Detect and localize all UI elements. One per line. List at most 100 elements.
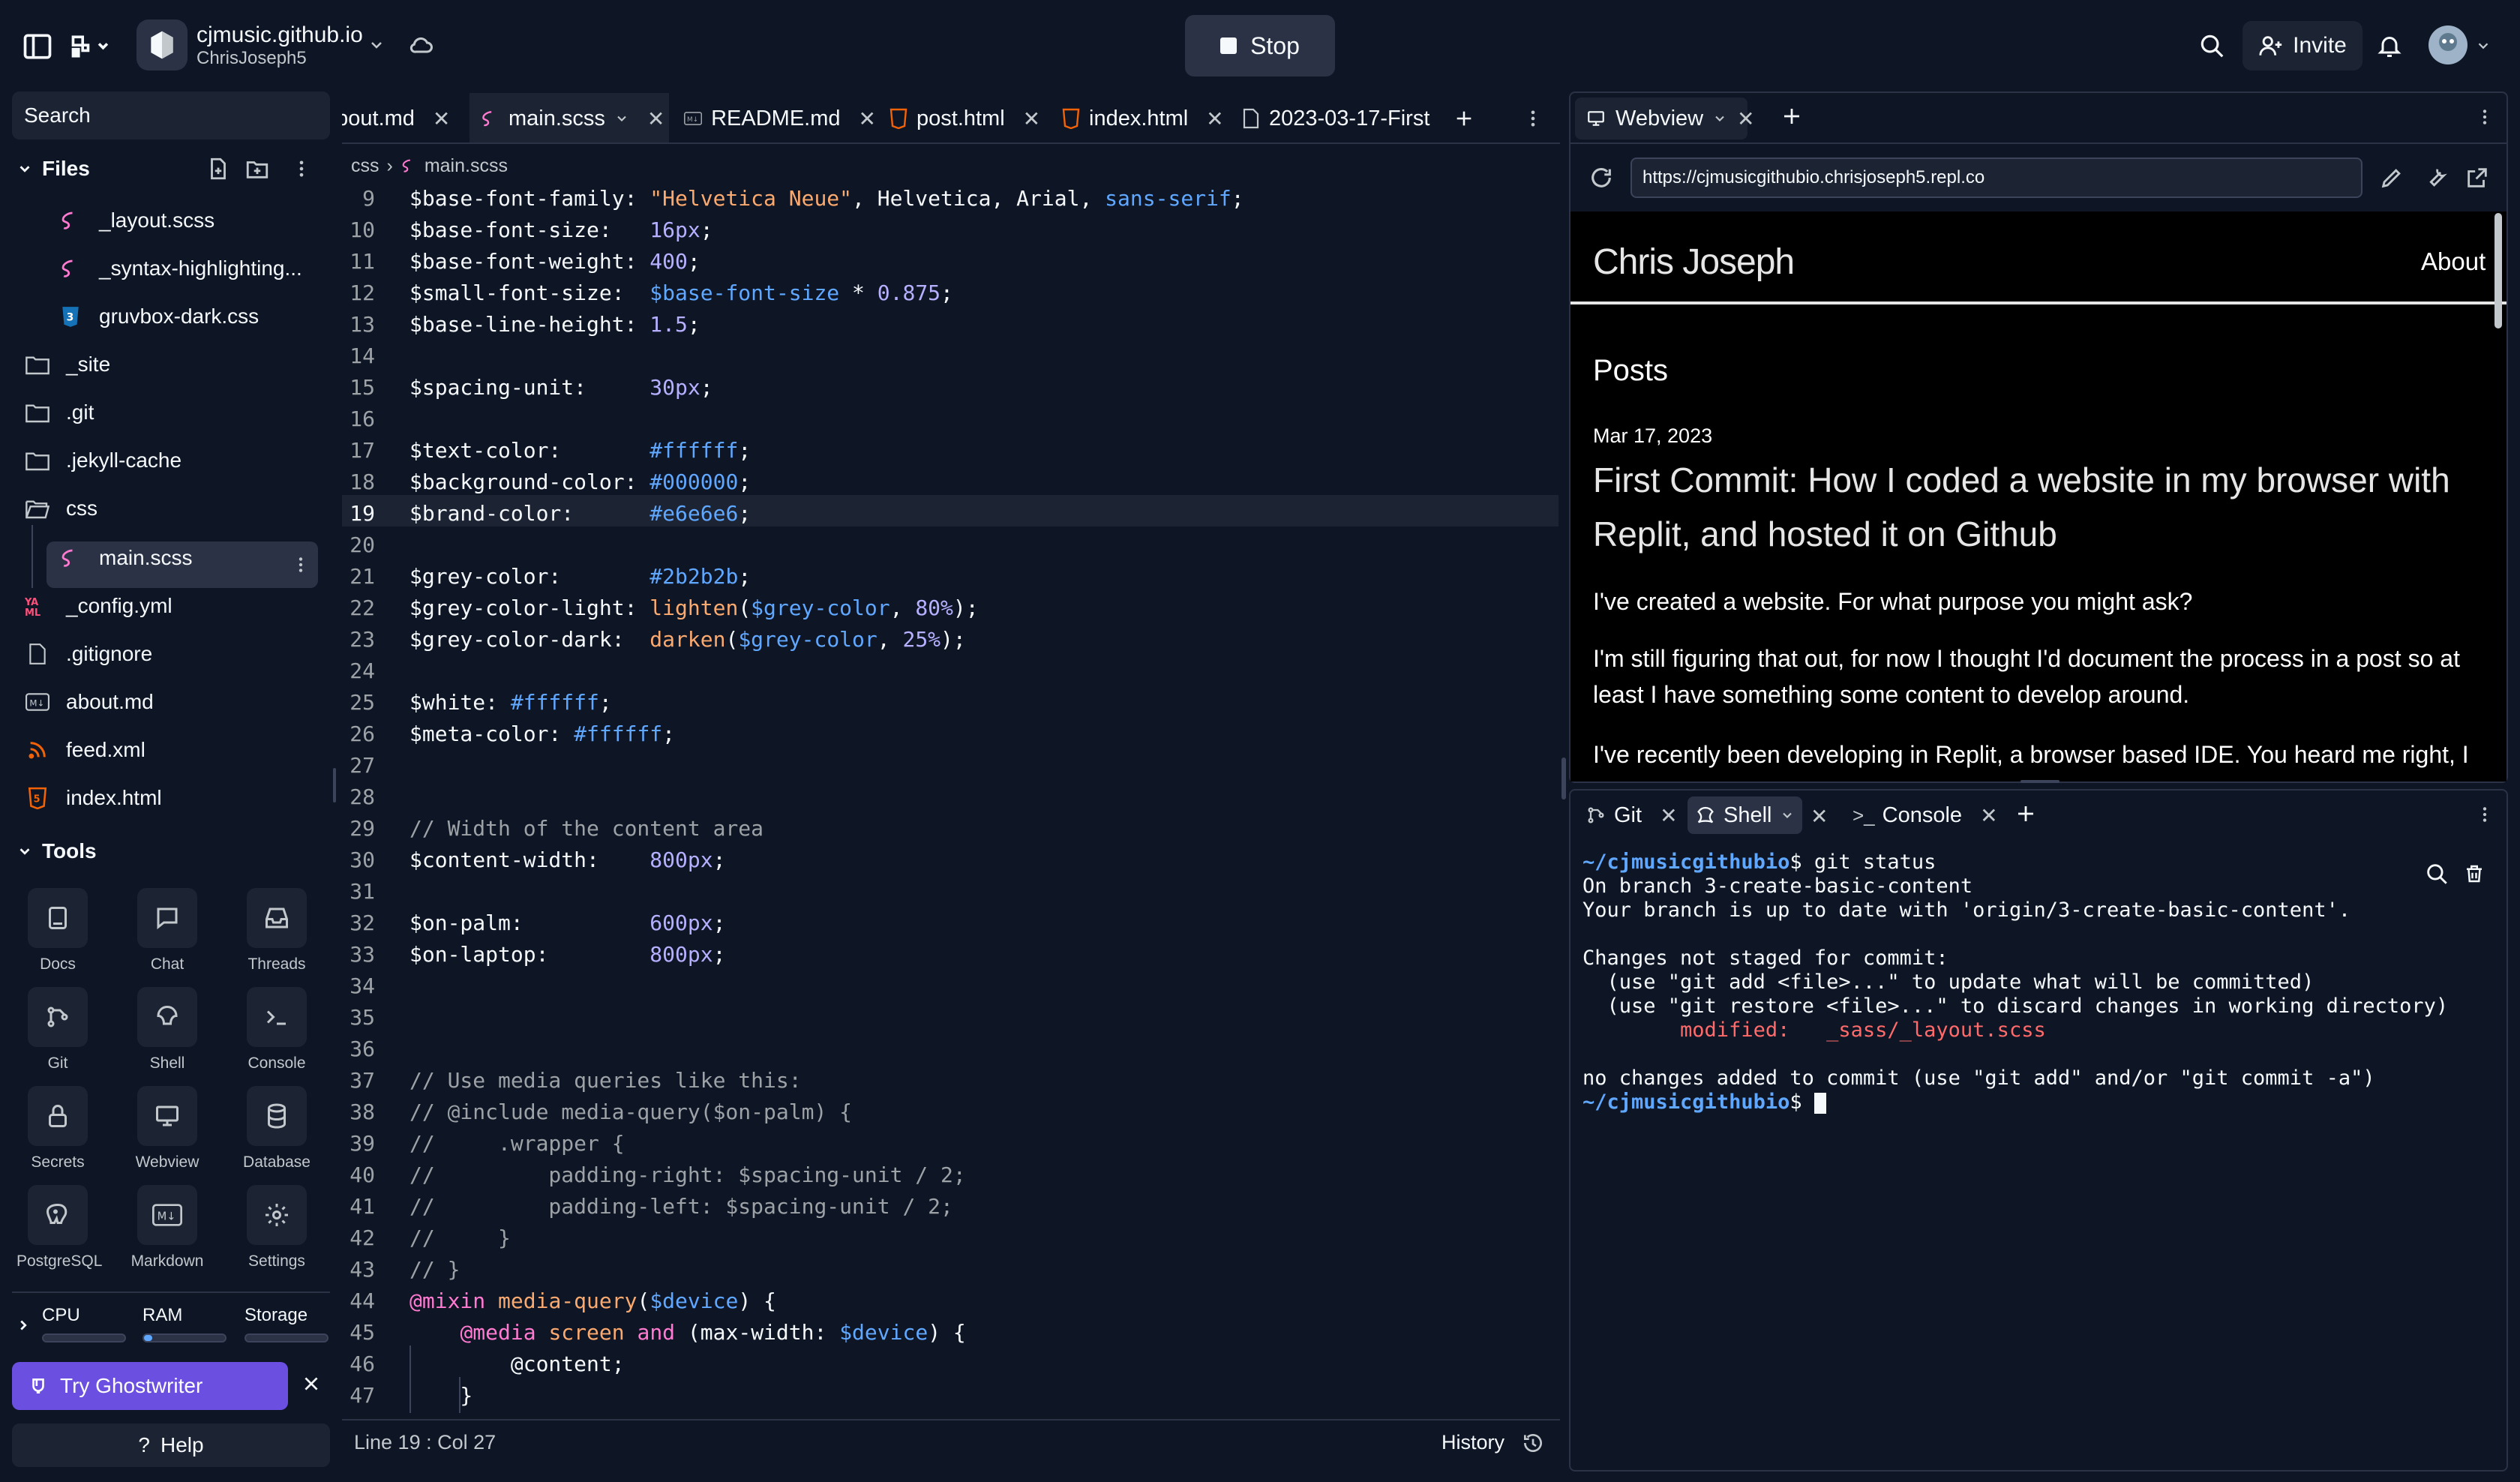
bell-icon[interactable] — [2376, 32, 2403, 60]
chevron-down-icon[interactable] — [368, 36, 386, 54]
tool-docs[interactable]: Docs — [16, 888, 99, 974]
site-title[interactable]: Chris Joseph — [1593, 242, 1795, 283]
tree-item[interactable]: .gitignore — [22, 633, 152, 675]
chevron-right-icon[interactable] — [15, 1317, 32, 1334]
pane-resize-handle[interactable] — [2020, 780, 2060, 783]
tree-item[interactable]: css — [22, 488, 98, 530]
more-options-icon[interactable] — [2475, 802, 2494, 826]
layout-menu-icon[interactable] — [69, 30, 109, 63]
chevron-down-icon[interactable] — [1712, 111, 1727, 126]
tab-index-html[interactable]: index.html ✕ — [1062, 93, 1232, 142]
close-icon[interactable] — [302, 1374, 321, 1394]
more-options-icon[interactable] — [291, 156, 312, 182]
open-new-tab-icon[interactable] — [2464, 165, 2490, 190]
history-icon[interactable] — [1521, 1431, 1545, 1455]
tab-post-html[interactable]: post.html ✕ — [890, 93, 1056, 142]
chevron-down-icon[interactable] — [2475, 38, 2492, 54]
avatar[interactable] — [2428, 26, 2468, 64]
tool-console[interactable]: Console — [236, 987, 318, 1072]
tree-item[interactable]: feed.xml — [22, 729, 146, 771]
ram-meter[interactable] — [142, 1334, 226, 1342]
wrench-icon[interactable] — [2422, 165, 2448, 190]
more-options-icon[interactable] — [291, 554, 310, 576]
tools-header[interactable]: Tools — [42, 839, 97, 863]
tab-shell[interactable]: Shell — [1688, 796, 1802, 834]
add-tab-icon[interactable] — [2014, 802, 2037, 825]
tool-postgresql[interactable]: PostgreSQL — [16, 1185, 102, 1270]
search-icon[interactable] — [2198, 32, 2226, 60]
try-ghostwriter-button[interactable]: Try Ghostwriter — [12, 1362, 288, 1410]
repl-name[interactable]: cjmusic.github.io — [196, 22, 363, 48]
sidebar-resize-handle[interactable] — [333, 768, 336, 802]
search-icon[interactable] — [2424, 861, 2450, 886]
tab-main-scss[interactable]: main.scss ✕ — [470, 93, 669, 142]
tree-item[interactable]: main.scss — [56, 537, 192, 579]
tab-git[interactable]: Git ✕ — [1578, 796, 1685, 834]
breadcrumb-folder[interactable]: css — [351, 155, 380, 177]
storage-meter[interactable] — [244, 1334, 328, 1342]
chevron-down-icon[interactable] — [1780, 808, 1795, 823]
edit-icon[interactable] — [2379, 165, 2404, 190]
close-icon[interactable]: ✕ — [1206, 106, 1223, 131]
close-icon[interactable]: ✕ — [859, 106, 876, 131]
tool-webview[interactable]: Webview — [126, 1086, 208, 1172]
tree-item[interactable]: .jekyll-cache — [22, 440, 182, 482]
tree-item[interactable]: YA ML _config.yml — [22, 585, 172, 627]
invite-button[interactable]: Invite — [2242, 21, 2362, 70]
new-folder-icon[interactable] — [244, 156, 270, 182]
tool-chat[interactable]: Chat — [126, 888, 208, 974]
more-options-icon[interactable] — [1522, 93, 1545, 142]
refresh-icon[interactable] — [1588, 165, 1614, 190]
chevron-down-icon[interactable] — [16, 843, 33, 860]
tree-item[interactable]: _layout.scss — [56, 200, 214, 242]
cpu-meter[interactable] — [42, 1334, 126, 1342]
webview-scrollbar[interactable] — [2494, 213, 2502, 328]
close-icon[interactable]: ✕ — [1810, 804, 1828, 829]
files-header[interactable]: Files — [42, 157, 90, 181]
tool-threads[interactable]: Threads — [236, 888, 318, 974]
close-icon[interactable]: ✕ — [1737, 106, 1754, 131]
tree-item[interactable]: _site — [22, 344, 110, 386]
sidebar-toggle-icon[interactable] — [21, 30, 54, 63]
tree-item[interactable]: 5 index.html — [22, 777, 162, 819]
tool-shell[interactable]: Shell — [126, 987, 208, 1072]
tab-about-md[interactable]: about.md ✕ — [342, 93, 460, 142]
trash-icon[interactable] — [2463, 861, 2486, 886]
stop-button[interactable]: Stop — [1185, 15, 1335, 76]
close-icon[interactable]: ✕ — [1660, 803, 1677, 828]
add-tab-icon[interactable] — [1780, 105, 1803, 128]
history-label[interactable]: History — [1442, 1431, 1504, 1454]
tool-secrets[interactable]: Secrets — [16, 1086, 99, 1172]
help-button[interactable]: ? Help — [12, 1424, 330, 1467]
tree-item[interactable]: M↓ about.md — [22, 681, 154, 723]
add-tab-icon[interactable] — [1454, 93, 1484, 142]
search-input[interactable]: Search — [12, 92, 330, 140]
breadcrumb-file[interactable]: main.scss — [424, 155, 508, 177]
tab-webview[interactable]: Webview — [1575, 98, 1748, 140]
tree-item[interactable]: _syntax-highlighting... — [56, 248, 302, 290]
tab-console[interactable]: >_ Console ✕ — [1845, 796, 2006, 834]
new-file-icon[interactable] — [206, 156, 231, 182]
site-nav-about[interactable]: About — [2421, 248, 2486, 276]
tree-item[interactable]: .git — [22, 392, 94, 434]
tool-settings[interactable]: Settings — [236, 1185, 318, 1270]
chevron-down-icon[interactable] — [16, 160, 33, 177]
tool-database[interactable]: Database — [236, 1086, 318, 1172]
url-input[interactable]: https://cjmusicgithubio.chrisjoseph5.rep… — [1630, 158, 2362, 198]
terminal-line[interactable]: ~/cjmusicgithubio$ — [1582, 1090, 1826, 1114]
pane-resize-handle[interactable] — [1562, 758, 1566, 800]
repl-logo[interactable] — [136, 20, 188, 70]
post-title-link[interactable]: First Commit: How I coded a website in m… — [1593, 453, 2478, 561]
more-options-icon[interactable] — [2475, 105, 2494, 129]
tool-git[interactable]: Git — [16, 987, 99, 1072]
close-icon[interactable]: ✕ — [1980, 803, 1997, 828]
close-icon[interactable]: ✕ — [1023, 106, 1040, 131]
tool-markdown[interactable]: M↓ Markdown — [126, 1185, 208, 1270]
chevron-down-icon[interactable] — [614, 111, 629, 126]
tab-first-post[interactable]: 2023-03-17-First — [1242, 93, 1467, 142]
cursor-position[interactable]: Line 19 : Col 27 — [354, 1431, 496, 1454]
tree-item[interactable]: 3 gruvbox-dark.css — [56, 296, 259, 338]
close-icon[interactable]: ✕ — [647, 106, 664, 131]
close-icon[interactable]: ✕ — [433, 106, 450, 131]
code-area[interactable]: 9 10 11 12 13 14 15 16 17 18 19 20 21 22 23 24 25 26 27 28 2… — [342, 183, 1558, 1413]
